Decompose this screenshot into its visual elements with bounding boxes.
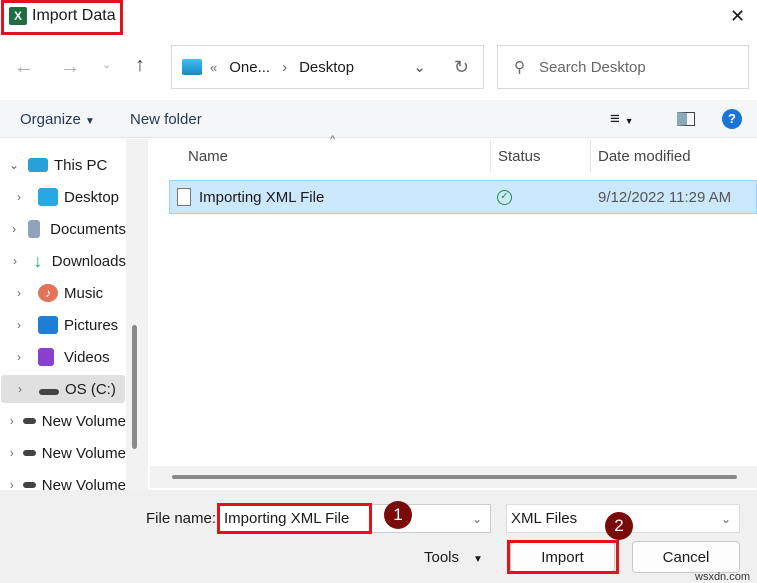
horizontal-scrollbar[interactable]: [150, 466, 757, 488]
pictures-icon: [38, 316, 58, 334]
sidebar-scrollbar[interactable]: [126, 139, 148, 490]
chevron-down-icon[interactable]: ⌄: [413, 58, 426, 76]
sidebar-item-downloads[interactable]: › ↓ Downloads: [0, 247, 126, 275]
videos-icon: [38, 348, 54, 366]
drive-icon: [23, 482, 36, 488]
tools-button[interactable]: Tools ▼: [424, 549, 483, 566]
file-icon: [177, 188, 191, 206]
drive-icon: [23, 450, 36, 456]
close-button[interactable]: ✕: [730, 6, 745, 27]
file-name: Importing XML File: [199, 188, 325, 206]
step-2-badge: 2: [605, 512, 633, 540]
sidebar-item-desktop[interactable]: › Desktop: [0, 183, 126, 211]
path-overflow[interactable]: «: [210, 60, 217, 75]
sidebar-item-videos[interactable]: › Videos: [0, 343, 126, 371]
file-row[interactable]: Importing XML File ✓ 9/12/2022 11:29 AM: [169, 180, 757, 214]
new-folder-button[interactable]: New folder: [130, 111, 202, 128]
title-highlight: [1, 0, 123, 35]
file-name-label: File name:: [146, 510, 217, 527]
search-icon: ⚲: [514, 59, 525, 76]
chevron-down-icon[interactable]: ⌄: [472, 512, 482, 526]
refresh-icon[interactable]: ↻: [454, 57, 469, 78]
search-placeholder: Search Desktop: [539, 58, 646, 76]
address-bar[interactable]: « One... › Desktop ⌄ ↻: [171, 45, 484, 89]
organize-button[interactable]: Organize ▼: [20, 111, 95, 128]
download-icon: ↓: [33, 251, 43, 271]
music-icon: ♪: [38, 284, 58, 302]
file-date: 9/12/2022 11:29 AM: [598, 188, 732, 206]
search-input[interactable]: ⚲ Search Desktop: [497, 45, 749, 89]
recent-dropdown[interactable]: ⌄: [102, 58, 111, 71]
cancel-button[interactable]: Cancel: [632, 541, 740, 573]
desktop-icon: [182, 59, 202, 75]
breadcrumb-current[interactable]: Desktop: [299, 59, 354, 76]
sort-arrow-icon: ^: [330, 134, 336, 146]
drive-icon: [39, 389, 59, 395]
preview-pane-icon[interactable]: [677, 112, 695, 126]
view-menu-icon[interactable]: ≡ ▼: [610, 109, 634, 129]
file-type-value: XML Files: [511, 510, 578, 527]
forward-button[interactable]: →: [60, 56, 80, 79]
column-date[interactable]: Date modified: [598, 148, 691, 165]
drive-icon: [23, 418, 36, 424]
up-button[interactable]: ↑: [135, 54, 145, 77]
watermark: wsxdn.com: [695, 571, 751, 583]
sidebar-item-volume[interactable]: › New Volume: [0, 407, 126, 435]
sidebar-item-this-pc[interactable]: ⌄ This PC: [0, 151, 126, 179]
back-button[interactable]: ←: [14, 56, 34, 79]
computer-icon: [28, 158, 48, 172]
desktop-icon: [38, 188, 58, 206]
column-name[interactable]: Name: [188, 148, 228, 165]
breadcrumb-separator: ›: [282, 58, 288, 76]
breadcrumb-parent[interactable]: One...: [229, 59, 270, 76]
document-icon: [28, 220, 41, 238]
command-bar: [0, 100, 757, 138]
file-name-highlight: [217, 503, 372, 534]
sidebar-item-documents[interactable]: › Documents: [0, 215, 126, 243]
chevron-down-icon: ⌄: [720, 511, 731, 526]
sidebar-item-pictures[interactable]: › Pictures: [0, 311, 126, 339]
import-highlight: [507, 540, 619, 574]
help-icon[interactable]: ?: [722, 109, 742, 129]
column-status[interactable]: Status: [498, 148, 541, 165]
sidebar-item-volume[interactable]: › New Volume: [0, 471, 126, 491]
sidebar-item-music[interactable]: › ♪ Music: [0, 279, 126, 307]
sidebar-item-volume[interactable]: › New Volume: [0, 439, 126, 467]
step-1-badge: 1: [384, 501, 412, 529]
sidebar-item-os-c[interactable]: › OS (C:): [1, 375, 125, 403]
column-divider: [490, 140, 491, 172]
navigation-pane: ⌄ This PC › Desktop › Documents › ↓ Downloads…: [0, 139, 148, 490]
sync-status-icon: ✓: [497, 189, 512, 205]
column-divider: [590, 140, 591, 172]
